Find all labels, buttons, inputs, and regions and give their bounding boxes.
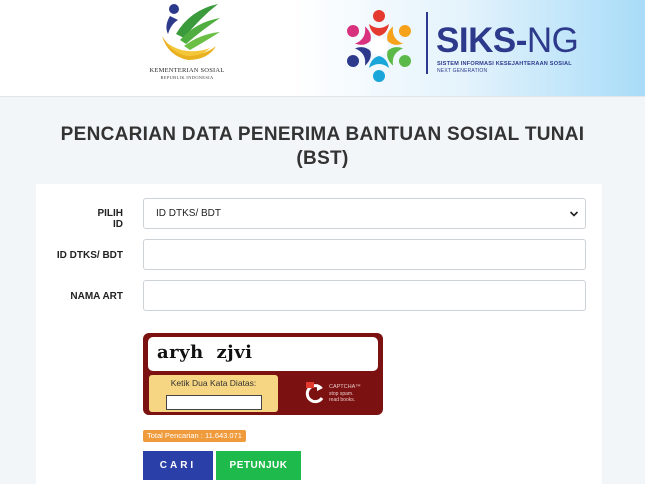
siks-tagline: NEXT GENERATION: [437, 68, 488, 74]
search-button[interactable]: CARI: [143, 451, 213, 480]
captcha-words: aryh zjvi: [157, 342, 253, 363]
captcha-brand-label: CAPTCHA™: [329, 384, 361, 390]
kemsos-subtitle: REPUBLIK INDONESIA: [160, 75, 214, 80]
guide-button[interactable]: PETUNJUK: [216, 451, 301, 480]
captcha-image: aryh zjvi: [148, 337, 378, 371]
pilih-id-label: PILIH ID: [97, 208, 123, 230]
siks-divider: [426, 12, 428, 74]
siks-people-circle-icon: [347, 10, 411, 82]
id-dtks-label: ID DTKS/ BDT: [56, 250, 123, 261]
kemsos-logo: KEMENTERIAN SOSIAL REPUBLIK INDONESIA: [142, 0, 232, 95]
search-form: PILIH ID ID DTKS/ BDT ID DTKS/ BDT NAMA …: [36, 184, 602, 484]
id-dtks-input[interactable]: [143, 239, 586, 270]
captcha-input-area: Ketik Dua Kata Diatas:: [149, 375, 278, 412]
siks-ng-logo: SIKS-NG SISTEM INFORMASI KESEJAHTERAAN S…: [338, 6, 588, 86]
header-banner: KEMENTERIAN SOSIAL REPUBLIK INDONESIA SI…: [0, 0, 645, 97]
captcha-tagline: stop spam. read books.: [329, 391, 356, 403]
nama-art-label: NAMA ART: [70, 291, 123, 302]
id-type-selected-value: ID DTKS/ BDT: [156, 208, 222, 219]
captcha-brand: CAPTCHA™ stop spam. read books.: [303, 376, 378, 410]
siks-title: SIKS-NG: [436, 21, 579, 60]
captcha-input[interactable]: [166, 395, 262, 410]
id-type-select[interactable]: ID DTKS/ BDT: [143, 198, 586, 229]
chevron-down-icon: [569, 211, 579, 217]
kemsos-emblem-icon: [162, 4, 220, 60]
nama-art-input[interactable]: [143, 280, 586, 311]
recaptcha-widget: aryh zjvi Ketik Dua Kata Diatas: CAPTCHA…: [143, 333, 383, 415]
page-title: PENCARIAN DATA PENERIMA BANTUAN SOSIAL T…: [60, 124, 585, 169]
captcha-hint: Ketik Dua Kata Diatas:: [170, 378, 257, 388]
kemsos-name: KEMENTERIAN SOSIAL: [149, 67, 225, 74]
total-search-badge: Total Pencarian : 11.643.071: [143, 430, 246, 442]
refresh-icon[interactable]: [303, 380, 327, 406]
siks-subtitle: SISTEM INFORMASI KESEJAHTERAAN SOSIAL: [437, 61, 572, 67]
